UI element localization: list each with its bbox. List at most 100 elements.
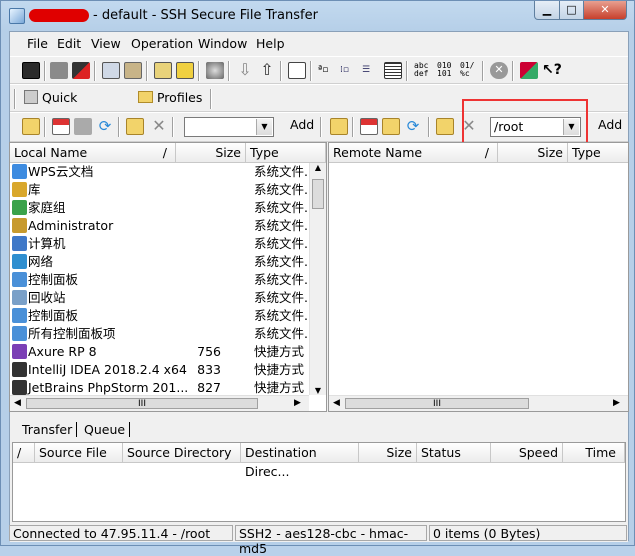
- remote-path-combo[interactable]: /root ▼: [490, 117, 581, 137]
- local-file-row[interactable]: 回收站 系统文件...: [10, 289, 316, 307]
- local-file-type: 系统文件...: [254, 218, 316, 233]
- tab-transfer[interactable]: Transfer: [18, 422, 78, 437]
- local-file-row[interactable]: 控制面板 系统文件...: [10, 271, 316, 289]
- local-file-row[interactable]: Axure RP 8 756 快捷方式: [10, 343, 309, 361]
- scroll-down-icon[interactable]: ▼: [310, 386, 326, 395]
- add-local-button[interactable]: Add: [290, 117, 314, 132]
- speed-header[interactable]: Speed: [491, 443, 563, 463]
- remote-file-pane[interactable]: Remote Name / Size Type ◀ III ▶: [328, 142, 629, 412]
- menu-window[interactable]: Window: [198, 36, 247, 51]
- help-topics-icon[interactable]: [520, 62, 538, 79]
- tab-queue[interactable]: Queue: [80, 422, 131, 437]
- menu-edit[interactable]: Edit: [57, 36, 81, 51]
- size-header[interactable]: Size: [359, 443, 417, 463]
- time-header[interactable]: Time: [563, 443, 625, 463]
- local-file-row[interactable]: 控制面板 系统文件...: [10, 307, 316, 325]
- menu-operation[interactable]: Operation: [131, 36, 193, 51]
- small-icons-icon[interactable]: ⁞▫: [340, 62, 358, 79]
- scroll-right-icon[interactable]: ▶: [613, 398, 620, 408]
- profiles-button[interactable]: Profiles: [134, 88, 206, 110]
- menu-view[interactable]: View: [91, 36, 121, 51]
- disconnect-icon[interactable]: [72, 62, 90, 79]
- menu-file[interactable]: File: [27, 36, 48, 51]
- new-terminal-icon[interactable]: [154, 62, 172, 79]
- local-file-pane[interactable]: Local Name / Size Type WPS云文档 系统文件... 库系统文件…: [9, 142, 327, 412]
- scroll-left-icon[interactable]: ◀: [14, 398, 21, 408]
- directory-list-icon[interactable]: [288, 62, 306, 79]
- new-file-transfer-icon[interactable]: [176, 62, 194, 79]
- local-size-header[interactable]: Size: [176, 143, 246, 163]
- remote-refresh-icon[interactable]: ⟳: [404, 118, 422, 135]
- scroll-left-icon[interactable]: ◀: [333, 398, 340, 408]
- add-remote-button[interactable]: Add: [598, 117, 622, 132]
- list-view-icon[interactable]: ☰: [362, 62, 380, 79]
- user-folder-icon: [12, 218, 27, 233]
- settings-icon[interactable]: [206, 62, 224, 79]
- local-path-combo[interactable]: ▼: [184, 117, 274, 137]
- local-file-row[interactable]: IntelliJ IDEA 2018.2.4 x64 833 快捷方式: [10, 361, 309, 379]
- intellij-icon: [12, 362, 27, 377]
- local-file-row[interactable]: 计算机 系统文件...: [10, 235, 316, 253]
- scroll-right-icon[interactable]: ▶: [294, 398, 301, 408]
- scroll-up-icon[interactable]: ▲: [310, 163, 326, 172]
- local-up-folder-icon[interactable]: [22, 118, 40, 135]
- remote-type-header[interactable]: Type: [568, 143, 628, 163]
- whats-this-icon[interactable]: ↖?: [542, 62, 562, 79]
- toolbar-separator: [118, 117, 120, 137]
- title-bar[interactable]: - default - SSH Secure File Transfer ▁ □…: [1, 1, 634, 31]
- local-file-row[interactable]: 网络 系统文件...: [10, 253, 316, 271]
- source-directory-header[interactable]: Source Directory: [123, 443, 241, 463]
- remote-home-icon[interactable]: [360, 118, 378, 135]
- copy-icon[interactable]: [102, 62, 120, 79]
- local-file-name: WPS云文档: [28, 164, 94, 179]
- local-horizontal-scrollbar[interactable]: ◀ III ▶: [10, 395, 309, 411]
- transfer-sort-header[interactable]: /: [13, 443, 35, 463]
- remote-up-folder-icon[interactable]: [330, 118, 348, 135]
- remote-size-header[interactable]: Size: [498, 143, 568, 163]
- local-file-size: 833: [197, 362, 221, 377]
- local-home-icon[interactable]: [52, 118, 70, 135]
- local-file-row[interactable]: 家庭组 系统文件...: [10, 199, 316, 217]
- scroll-thumb[interactable]: III: [26, 398, 258, 409]
- ascii-mode-icon[interactable]: abc def: [414, 62, 432, 79]
- local-delete-icon[interactable]: ✕: [150, 118, 168, 135]
- remote-name-header[interactable]: Remote Name /: [329, 143, 498, 163]
- menu-help[interactable]: Help: [256, 36, 285, 51]
- details-view-icon[interactable]: [384, 62, 402, 79]
- source-file-header[interactable]: Source File: [35, 443, 123, 463]
- close-button[interactable]: ✕: [583, 1, 627, 20]
- stop-icon[interactable]: ✕: [490, 62, 508, 79]
- quick-connect-button[interactable]: Quick Connect: [20, 88, 130, 125]
- local-vertical-scrollbar[interactable]: ▲ ▼: [309, 163, 326, 395]
- local-name-header[interactable]: Local Name /: [10, 143, 176, 163]
- chevron-down-icon[interactable]: ▼: [256, 119, 272, 135]
- local-refresh-icon[interactable]: ⟳: [96, 118, 114, 135]
- local-header: Local Name / Size Type: [10, 143, 326, 163]
- local-file-row[interactable]: WPS云文档 系统文件...: [10, 163, 316, 181]
- local-file-row[interactable]: 所有控制面板项 系统文件...: [10, 325, 316, 343]
- binary-mode-icon[interactable]: 010 101: [437, 62, 455, 79]
- save-icon[interactable]: [22, 62, 40, 79]
- destination-directory-header[interactable]: Destination Direc...: [241, 443, 359, 479]
- chevron-down-icon[interactable]: ▼: [563, 119, 579, 135]
- upload-icon[interactable]: ⇧: [258, 62, 276, 79]
- large-icons-icon[interactable]: ª▫: [318, 62, 336, 79]
- maximize-button[interactable]: □: [559, 1, 584, 20]
- local-type-header[interactable]: Type: [246, 143, 326, 163]
- local-file-row[interactable]: Administrator 系统文件...: [10, 217, 316, 235]
- scroll-thumb[interactable]: III: [345, 398, 529, 409]
- remote-folder-up-icon[interactable]: [382, 118, 400, 135]
- remote-horizontal-scrollbar[interactable]: ◀ III ▶: [329, 395, 628, 411]
- status-header[interactable]: Status: [417, 443, 491, 463]
- print-icon[interactable]: [50, 62, 68, 79]
- local-new-folder-icon[interactable]: [126, 118, 144, 135]
- auto-mode-icon[interactable]: 01/%c: [460, 62, 478, 79]
- minimize-button[interactable]: ▁: [534, 1, 560, 20]
- paste-icon[interactable]: [124, 62, 142, 79]
- scroll-thumb[interactable]: [312, 179, 324, 209]
- local-camera-icon[interactable]: [74, 118, 92, 135]
- local-file-row[interactable]: 库 系统文件...: [10, 181, 316, 199]
- download-icon[interactable]: ⇩: [236, 62, 254, 79]
- transfer-list[interactable]: / Source File Source Directory Destinati…: [12, 442, 626, 522]
- remote-new-folder-icon[interactable]: [436, 118, 454, 135]
